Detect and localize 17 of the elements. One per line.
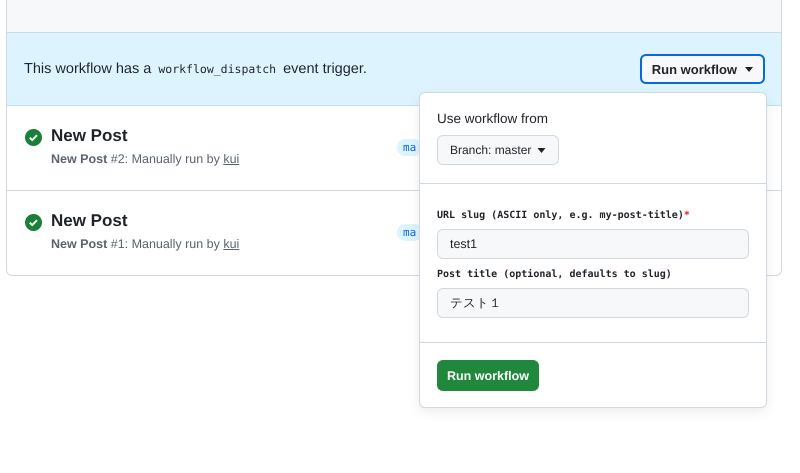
- banner-text: This workflow has a workflow_dispatch event trigger.: [24, 61, 367, 77]
- actor-link[interactable]: kui: [223, 237, 240, 251]
- run-workflow-button[interactable]: Run workflow: [640, 54, 765, 84]
- run-title-link[interactable]: New Post: [51, 211, 240, 231]
- branch-select-button[interactable]: Branch: master: [437, 135, 560, 165]
- run-workflow-submit-button[interactable]: Run workflow: [437, 360, 539, 391]
- run-title-link[interactable]: New Post: [51, 126, 240, 146]
- input-label: Post title (optional, defaults to slug): [437, 269, 673, 280]
- popover-heading: Use workflow from: [437, 111, 548, 126]
- caret-icon: [745, 66, 753, 72]
- actor-link[interactable]: kui: [223, 152, 240, 166]
- caret-icon: [537, 148, 546, 152]
- run-detail: New Post #2: Manually run by kui: [51, 152, 240, 166]
- run-detail: New Post #1: Manually run by kui: [51, 237, 240, 251]
- input-field[interactable]: test1: [437, 229, 749, 259]
- input-label: URL slug (ASCII only, e.g. my-post-title)*: [437, 210, 691, 221]
- input-field[interactable]: テスト１: [437, 288, 749, 318]
